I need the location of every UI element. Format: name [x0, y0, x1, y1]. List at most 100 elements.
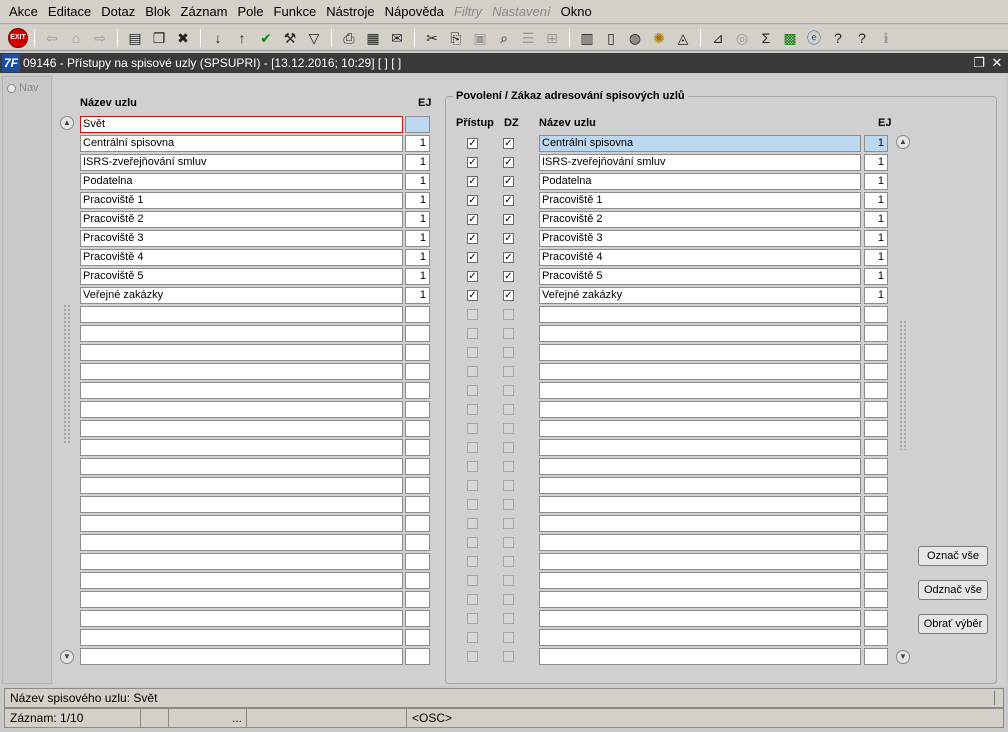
left-node-name-field[interactable]	[80, 629, 403, 646]
access-checkbox[interactable]: ✓	[467, 252, 478, 263]
left-ej-field[interactable]: 1	[405, 154, 430, 171]
right-ej-field[interactable]: 1	[864, 135, 888, 152]
right-ej-field[interactable]: 1	[864, 287, 888, 304]
info-icon[interactable]: ℹ	[875, 27, 897, 49]
new-record-icon[interactable]: ▤	[124, 27, 146, 49]
left-node-name-field[interactable]	[80, 610, 403, 627]
left-ej-field[interactable]	[405, 401, 430, 418]
dz-checkbox[interactable]: ✓	[503, 252, 514, 263]
right-node-name-field[interactable]	[539, 610, 861, 627]
right-node-name-field[interactable]	[539, 344, 861, 361]
invert-selection-button[interactable]: Obrať výběr	[918, 614, 988, 634]
dz-checkbox[interactable]	[503, 651, 514, 662]
access-checkbox[interactable]: ✓	[467, 233, 478, 244]
left-node-name-field[interactable]	[80, 496, 403, 513]
clipboard-icon[interactable]: ▣	[469, 27, 491, 49]
eye-icon[interactable]: ◬	[672, 27, 694, 49]
menu-item-5[interactable]: Pole	[233, 0, 269, 24]
right-ej-field[interactable]	[864, 591, 888, 608]
dz-checkbox[interactable]: ✓	[503, 157, 514, 168]
access-checkbox[interactable]	[467, 404, 478, 415]
right-node-name-field[interactable]: Centrální spisovna	[539, 135, 861, 152]
sort-desc-icon[interactable]: ↑	[231, 27, 253, 49]
access-checkbox[interactable]	[467, 480, 478, 491]
access-checkbox[interactable]: ✓	[467, 290, 478, 301]
left-ej-field[interactable]	[405, 344, 430, 361]
access-checkbox[interactable]	[467, 575, 478, 586]
access-checkbox[interactable]	[467, 423, 478, 434]
checkmark-icon[interactable]: ✔	[255, 27, 277, 49]
zoom-icon[interactable]: ⌕	[493, 27, 515, 49]
right-node-name-field[interactable]: Veřejné zakázky	[539, 287, 861, 304]
dz-checkbox[interactable]	[503, 328, 514, 339]
access-checkbox[interactable]	[467, 594, 478, 605]
dz-checkbox[interactable]	[503, 442, 514, 453]
nav-tab[interactable]: Nav	[3, 77, 51, 99]
right-ej-field[interactable]: 1	[864, 268, 888, 285]
right-node-name-field[interactable]: ISRS-zveřejňování smluv	[539, 154, 861, 171]
right-ej-field[interactable]	[864, 477, 888, 494]
left-node-name-field[interactable]: Pracoviště 4	[80, 249, 403, 266]
access-checkbox[interactable]	[467, 651, 478, 662]
access-checkbox[interactable]	[467, 442, 478, 453]
dz-checkbox[interactable]: ✓	[503, 176, 514, 187]
access-checkbox[interactable]	[467, 309, 478, 320]
left-scroll-down-button[interactable]: ▼	[60, 650, 74, 664]
left-scroll-grip[interactable]	[63, 304, 71, 444]
copy-record-icon[interactable]: ❐	[148, 27, 170, 49]
left-ej-field[interactable]	[405, 534, 430, 551]
left-ej-field[interactable]: 1	[405, 211, 430, 228]
dz-checkbox[interactable]	[503, 480, 514, 491]
dz-checkbox[interactable]	[503, 423, 514, 434]
right-node-name-field[interactable]	[539, 420, 861, 437]
right-ej-field[interactable]	[864, 401, 888, 418]
access-checkbox[interactable]	[467, 537, 478, 548]
access-checkbox[interactable]: ✓	[467, 157, 478, 168]
dz-checkbox[interactable]	[503, 461, 514, 472]
document-icon[interactable]: ▯	[600, 27, 622, 49]
left-node-name-field[interactable]	[80, 439, 403, 456]
access-checkbox[interactable]	[467, 347, 478, 358]
left-ej-field[interactable]: 1	[405, 230, 430, 247]
right-node-name-field[interactable]	[539, 553, 861, 570]
paste-icon[interactable]: ⎘	[445, 27, 467, 49]
left-node-name-field[interactable]	[80, 477, 403, 494]
left-ej-field[interactable]	[405, 382, 430, 399]
filter-icon[interactable]: ▽	[303, 27, 325, 49]
left-ej-field[interactable]	[405, 496, 430, 513]
access-checkbox[interactable]	[467, 499, 478, 510]
left-ej-field[interactable]	[405, 515, 430, 532]
left-ej-field[interactable]	[405, 439, 430, 456]
left-ej-field[interactable]: 1	[405, 173, 430, 190]
access-checkbox[interactable]	[467, 556, 478, 567]
dz-checkbox[interactable]	[503, 347, 514, 358]
dz-checkbox[interactable]: ✓	[503, 195, 514, 206]
left-node-name-field[interactable]: Podatelna	[80, 173, 403, 190]
left-ej-field[interactable]	[405, 325, 430, 342]
left-ej-field[interactable]	[405, 553, 430, 570]
right-ej-field[interactable]	[864, 515, 888, 532]
dz-checkbox[interactable]: ✓	[503, 290, 514, 301]
left-ej-field[interactable]	[405, 363, 430, 380]
left-node-name-field[interactable]	[80, 591, 403, 608]
dz-checkbox[interactable]	[503, 309, 514, 320]
menu-item-6[interactable]: Funkce	[269, 0, 322, 24]
dz-checkbox[interactable]	[503, 499, 514, 510]
sort-asc-icon[interactable]: ↓	[207, 27, 229, 49]
left-node-name-field[interactable]	[80, 534, 403, 551]
print-preview-icon[interactable]: ▦	[362, 27, 384, 49]
menu-item-9[interactable]: Filtry	[449, 0, 487, 24]
access-checkbox[interactable]	[467, 613, 478, 624]
right-ej-field[interactable]	[864, 325, 888, 342]
right-ej-field[interactable]	[864, 420, 888, 437]
dz-checkbox[interactable]: ✓	[503, 271, 514, 282]
left-node-name-field[interactable]	[80, 344, 403, 361]
menu-item-4[interactable]: Záznam	[176, 0, 233, 24]
left-node-name-field[interactable]	[80, 648, 403, 665]
left-node-name-field[interactable]	[80, 420, 403, 437]
scissors-icon[interactable]: ✂	[421, 27, 443, 49]
right-ej-field[interactable]	[864, 363, 888, 380]
select-all-button[interactable]: Označ vše	[918, 546, 988, 566]
left-ej-field[interactable]	[405, 116, 430, 133]
right-node-name-field[interactable]	[539, 363, 861, 380]
